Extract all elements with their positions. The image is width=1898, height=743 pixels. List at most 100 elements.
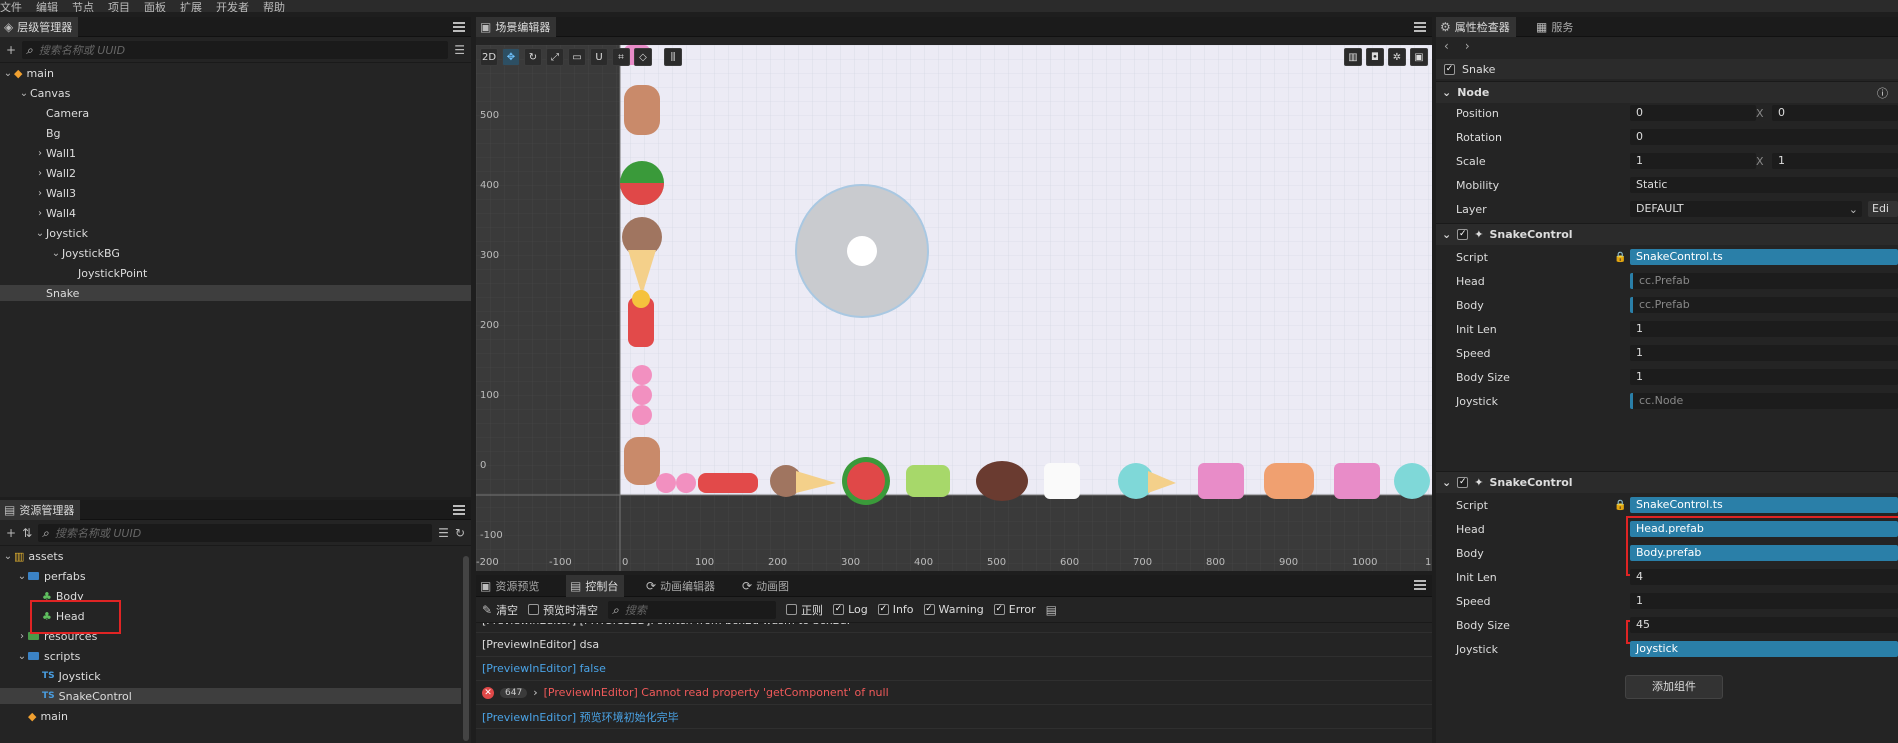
filter-info[interactable]: ✓ Info: [877, 603, 914, 616]
asset-node[interactable]: ⌄ perfabs: [0, 568, 461, 584]
preview-clear-checkbox[interactable]: 预览时清空: [528, 602, 598, 618]
chevron-right-icon[interactable]: ›: [16, 631, 28, 642]
chevron-right-icon[interactable]: ›: [34, 188, 46, 199]
chevron-right-icon[interactable]: ›: [34, 208, 46, 219]
gizmo-icon[interactable]: ▣: [1410, 48, 1428, 66]
copy-log-icon[interactable]: ▤: [1046, 604, 1057, 616]
speed-field[interactable]: 1: [1630, 345, 1898, 361]
tree-node[interactable]: ⌄ Canvas: [0, 85, 471, 101]
tree-node[interactable]: › Wall1: [0, 145, 471, 161]
log-entry[interactable]: [PreviewInEditor] [PHYSICS2D]: switch fr…: [476, 623, 1432, 633]
assets-search-input[interactable]: ⌕ 搜索名称或 UUID: [38, 523, 433, 542]
log-entry[interactable]: [PreviewInEditor] 预览环境初始化完毕: [476, 705, 1432, 729]
list-view-icon[interactable]: ☰: [454, 44, 465, 56]
panel-menu-icon[interactable]: [453, 505, 465, 515]
tab-inspector[interactable]: ⚙ 属性检查器: [1436, 17, 1516, 37]
component-enabled-checkbox[interactable]: ✓: [1457, 229, 1469, 240]
gear-icon[interactable]: ✲: [1388, 48, 1406, 66]
edit-layer-button[interactable]: Edi: [1868, 201, 1898, 217]
script-field[interactable]: SnakeControl.ts: [1630, 249, 1898, 265]
back-arrow-icon[interactable]: ‹: [1444, 39, 1449, 57]
log-entry[interactable]: [PreviewInEditor] false: [476, 657, 1432, 681]
align-tool-icon[interactable]: ⫼: [664, 48, 682, 66]
tab-scene[interactable]: ▣ 场景编辑器: [476, 17, 557, 37]
tab-asset-preview[interactable]: ▣ 资源预览: [476, 575, 545, 597]
chevron-down-icon[interactable]: ⌄: [18, 88, 30, 99]
snap-tool-icon[interactable]: U: [590, 48, 608, 66]
move-tool-icon[interactable]: ✥: [502, 48, 520, 66]
filter-error[interactable]: ✓ Error: [993, 603, 1036, 616]
mode-2d-button[interactable]: 2D: [480, 48, 498, 66]
scene-canvas[interactable]: [476, 45, 1432, 571]
camera-icon[interactable]: ◘: [1366, 48, 1384, 66]
position-y-input[interactable]: 0: [1772, 105, 1898, 121]
layer-select[interactable]: DEFAULT: [1630, 201, 1862, 217]
rect-tool-icon[interactable]: ▭: [568, 48, 586, 66]
chevron-down-icon[interactable]: ⌄: [16, 651, 28, 662]
component-2-header[interactable]: ⌄ ✓ ✦ SnakeControl: [1436, 471, 1898, 493]
scale-tool-icon[interactable]: ⤢: [546, 48, 564, 66]
tree-node[interactable]: ⌄ Joystick: [0, 225, 471, 241]
tab-hierarchy[interactable]: ◈ 层级管理器: [0, 17, 79, 37]
node-active-checkbox[interactable]: ✓: [1444, 63, 1455, 75]
body-field[interactable]: Body.prefab: [1630, 545, 1898, 561]
tab-services[interactable]: ▦ 服务: [1532, 17, 1579, 37]
body-field[interactable]: cc.Prefab: [1630, 297, 1898, 313]
asset-node[interactable]: ⌄ scripts: [0, 648, 461, 664]
tree-node[interactable]: Snake: [0, 285, 471, 301]
menu-item[interactable]: 面板: [144, 2, 166, 13]
tree-node[interactable]: › Wall4: [0, 205, 471, 221]
mobility-select[interactable]: Static: [1630, 177, 1898, 193]
asset-node[interactable]: ◆ main: [0, 708, 461, 724]
menu-item[interactable]: 节点: [72, 2, 94, 13]
forward-arrow-icon[interactable]: ›: [1465, 39, 1470, 57]
node-name-input[interactable]: Snake: [1462, 63, 1495, 76]
list-view-icon[interactable]: ☰: [438, 527, 449, 539]
scale-x-input[interactable]: 1: [1630, 153, 1756, 169]
menu-item[interactable]: 帮助: [263, 2, 285, 13]
node-section-header[interactable]: ⌄ Node ⓘ: [1436, 81, 1898, 103]
tab-assets[interactable]: ▤ 资源管理器: [0, 500, 81, 520]
chevron-down-icon[interactable]: ⌄: [16, 571, 28, 582]
tab-animation-graph[interactable]: ⟳ 动画图: [738, 575, 795, 597]
scene-viewport[interactable]: 500 400 300 200 100 0 -100 -200 -100 0 100 200 300 4…: [476, 45, 1432, 571]
menu-item[interactable]: 开发者: [216, 2, 249, 13]
log-entry[interactable]: [PreviewInEditor] dsa: [476, 633, 1432, 657]
filter-warning[interactable]: ✓ Warning: [923, 603, 984, 616]
asset-node[interactable]: TS SnakeControl: [0, 688, 461, 704]
tree-node[interactable]: Camera: [0, 105, 471, 121]
add-component-button[interactable]: 添加组件: [1625, 675, 1723, 699]
sort-icon[interactable]: ⇅: [22, 527, 32, 539]
tree-node[interactable]: Bg: [0, 125, 471, 141]
panel-menu-icon[interactable]: [1414, 580, 1426, 590]
scale-y-input[interactable]: 1: [1772, 153, 1898, 169]
tab-console[interactable]: ▤ 控制台: [566, 575, 625, 597]
help-icon[interactable]: ⓘ: [1877, 85, 1888, 101]
console-search-input[interactable]: ⌕ 搜索: [608, 600, 777, 619]
panel-menu-icon[interactable]: [453, 22, 465, 32]
chevron-right-icon[interactable]: ›: [533, 686, 537, 699]
panel-menu-icon[interactable]: [1414, 22, 1426, 32]
tree-node[interactable]: › Wall2: [0, 165, 471, 181]
refresh-icon[interactable]: ↻: [455, 527, 465, 539]
filter-log[interactable]: ✓ Log: [833, 603, 868, 616]
tree-node[interactable]: ⌄ ◆ main: [0, 65, 471, 81]
menu-item[interactable]: 编辑: [36, 2, 58, 13]
asset-node[interactable]: ⌄ ▥ assets: [0, 548, 461, 564]
joystick-point[interactable]: [847, 236, 877, 266]
local-global-icon[interactable]: ◇: [634, 48, 652, 66]
joystick-field[interactable]: Joystick: [1630, 641, 1898, 657]
chevron-down-icon[interactable]: ⌄: [50, 248, 62, 259]
component-1-header[interactable]: ⌄ ✓ ✦ SnakeControl: [1436, 223, 1898, 245]
chevron-right-icon[interactable]: ›: [34, 148, 46, 159]
position-x-input[interactable]: 0: [1630, 105, 1756, 121]
filter-regex[interactable]: 正则: [786, 602, 823, 618]
tree-node[interactable]: ⌄ JoystickBG: [0, 245, 471, 261]
head-field[interactable]: cc.Prefab: [1630, 273, 1898, 289]
assets-scrollbar[interactable]: [463, 556, 469, 741]
asset-node[interactable]: TS Joystick: [0, 668, 461, 684]
log-entry[interactable]: ✕ 647 › [PreviewInEditor] Cannot read prope…: [476, 681, 1432, 705]
scene-view-icon[interactable]: ▥: [1344, 48, 1362, 66]
body-size-field[interactable]: 45: [1630, 617, 1898, 633]
transform-pivot-icon[interactable]: ⌗: [612, 48, 630, 66]
